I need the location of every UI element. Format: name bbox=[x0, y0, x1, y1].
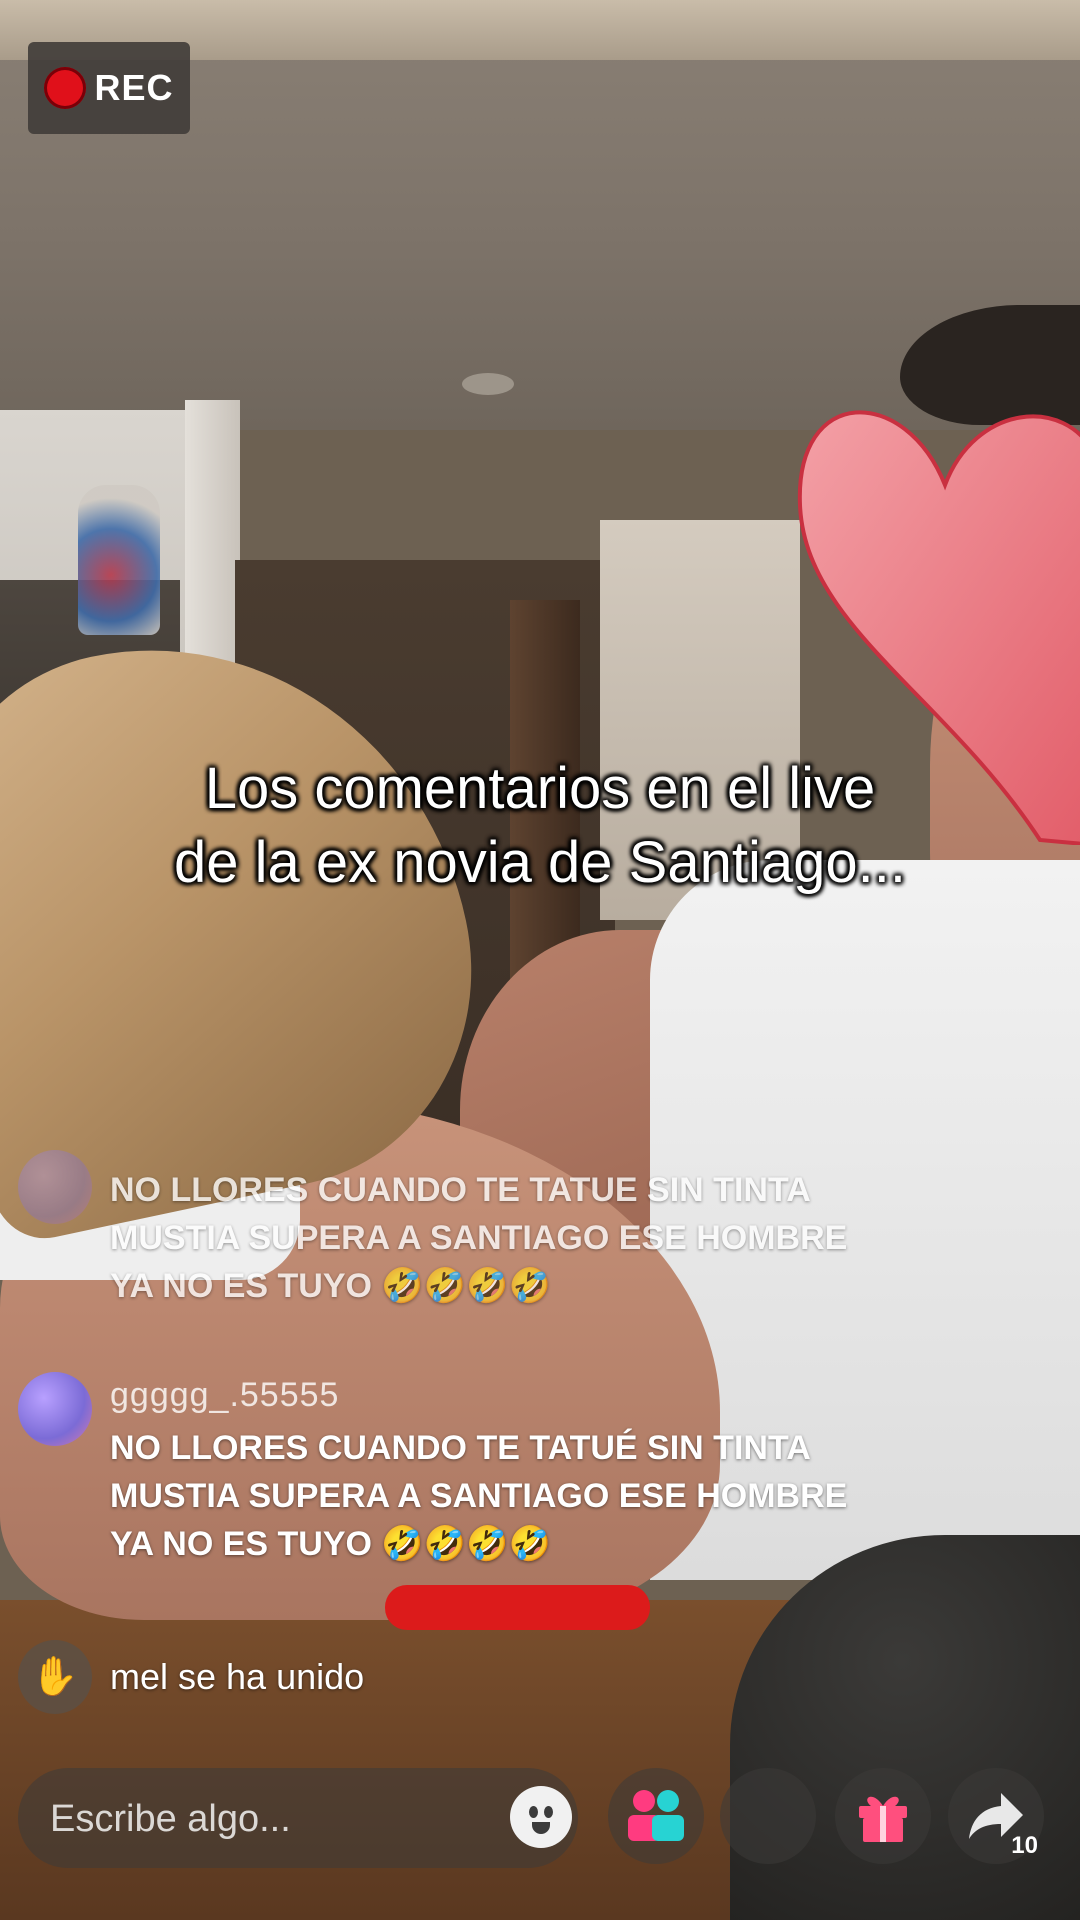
comment-line: YA NO ES TUYO 🤣🤣🤣🤣 bbox=[110, 1267, 551, 1305]
chat-comment[interactable]: NO LLORES CUANDO TE TATUE SIN TINTA MUST… bbox=[18, 1150, 1058, 1320]
smiley-mouth bbox=[532, 1822, 550, 1834]
gift-icon bbox=[859, 1796, 907, 1842]
comment-line: NO LLORES CUANDO TE TATUE SIN TINTA bbox=[110, 1171, 811, 1209]
avatar[interactable] bbox=[18, 1372, 92, 1446]
comment-line: MUSTIA SUPERA A SANTIAGO ESE HOMBRE bbox=[110, 1477, 848, 1515]
recording-badge: REC bbox=[28, 42, 190, 134]
users-icon bbox=[628, 1790, 684, 1841]
share-button[interactable]: 10 bbox=[948, 1768, 1044, 1864]
red-underline-mark bbox=[385, 1585, 650, 1630]
comment-username[interactable]: ggggg_.55555 bbox=[110, 1376, 339, 1415]
avatar[interactable] bbox=[18, 1150, 92, 1224]
caption-line-1: Los comentarios en el live bbox=[204, 756, 876, 821]
empty-action-button[interactable] bbox=[720, 1768, 816, 1864]
smiley-icon[interactable] bbox=[510, 1786, 572, 1848]
bottom-action-bar: Escribe algo... 10 bbox=[0, 1768, 1080, 1868]
video-caption: Los comentarios en el live de la ex novi… bbox=[80, 752, 1000, 900]
share-count: 10 bbox=[1011, 1832, 1038, 1859]
comment-text: NO LLORES CUANDO TE TATUÉ SIN TINTA MUST… bbox=[110, 1424, 847, 1568]
comment-text: NO LLORES CUANDO TE TATUE SIN TINTA MUST… bbox=[110, 1166, 847, 1310]
gift-button[interactable] bbox=[835, 1768, 931, 1864]
caption-line-2: de la ex novia de Santiago... bbox=[174, 830, 906, 895]
comment-input-placeholder: Escribe algo... bbox=[50, 1798, 291, 1840]
comment-input[interactable]: Escribe algo... bbox=[18, 1768, 578, 1868]
smiley-eye bbox=[529, 1806, 538, 1818]
comment-line: NO LLORES CUANDO TE TATUÉ SIN TINTA bbox=[110, 1429, 811, 1467]
live-video-background bbox=[0, 0, 1080, 1920]
smiley-eye bbox=[544, 1806, 553, 1818]
ceiling-light bbox=[462, 373, 514, 395]
guests-button[interactable] bbox=[608, 1768, 704, 1864]
wave-hand-icon: ✋ bbox=[18, 1640, 92, 1714]
chat-comment[interactable]: ggggg_.55555 NO LLORES CUANDO TE TATUÉ S… bbox=[18, 1372, 1058, 1582]
bottle bbox=[78, 485, 160, 635]
comment-line: YA NO ES TUYO 🤣🤣🤣🤣 bbox=[110, 1525, 551, 1563]
join-notice-text: mel se ha unido bbox=[110, 1656, 365, 1697]
comment-line: MUSTIA SUPERA A SANTIAGO ESE HOMBRE bbox=[110, 1219, 848, 1257]
record-dot-icon bbox=[44, 67, 87, 109]
recording-label: REC bbox=[94, 67, 174, 108]
